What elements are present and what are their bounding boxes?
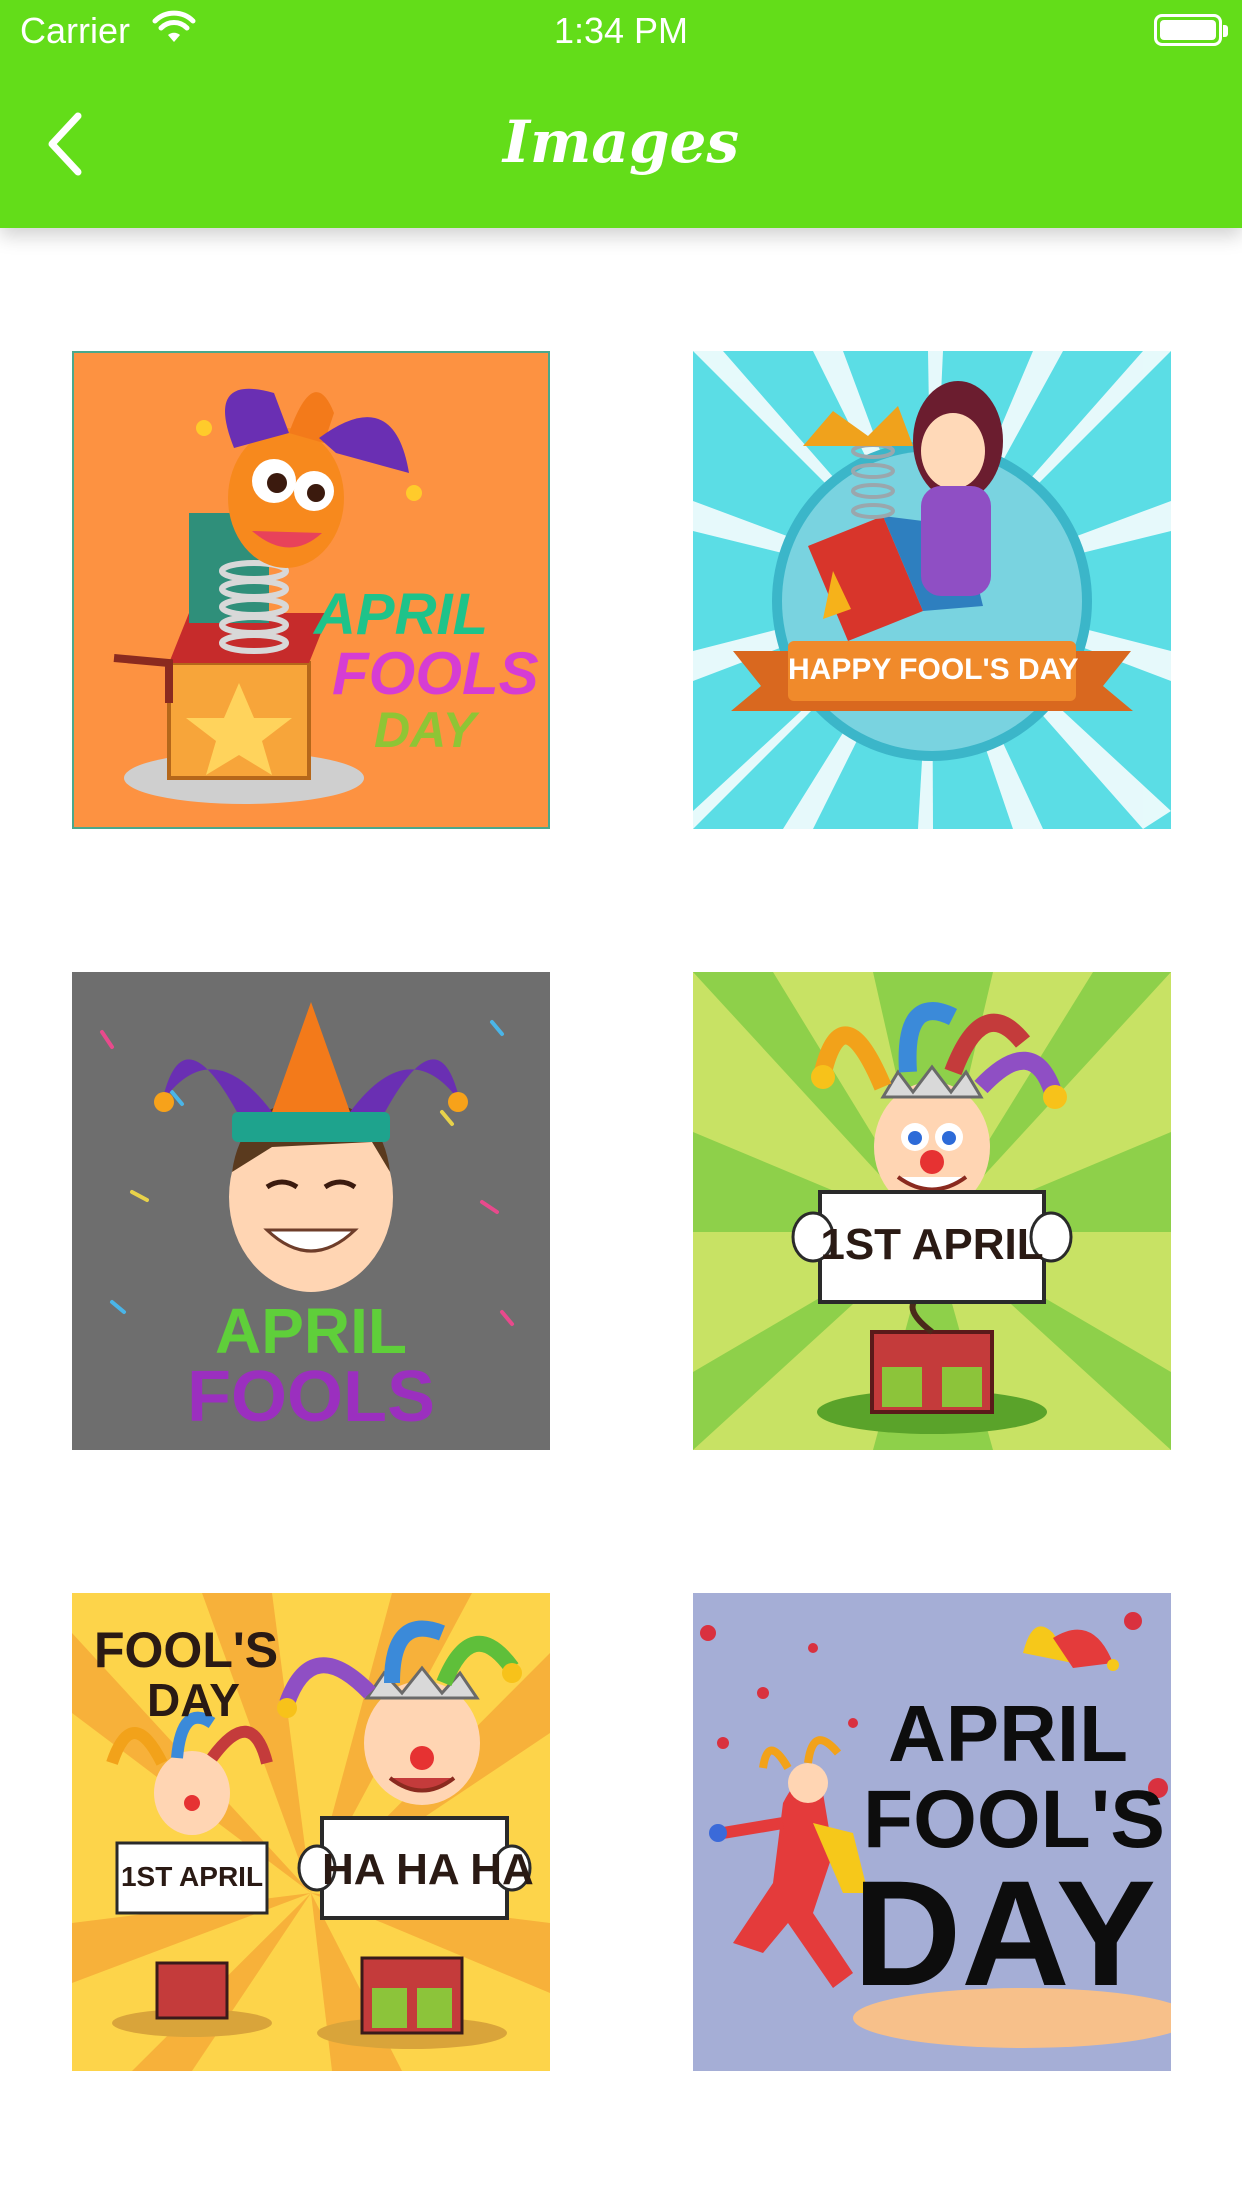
gallery-image-6[interactable]: APRIL FOOL'S DAY [693, 1593, 1171, 2071]
caption-line-1: FOOL'S [94, 1622, 279, 1678]
gallery-image-1[interactable]: APRIL FOOLS DAY [72, 351, 550, 829]
caption-line-3: DAY [374, 702, 476, 758]
caption-line-1: APRIL [314, 582, 488, 647]
clock: 1:34 PM [553, 10, 689, 51]
caption-line-2: DAY [147, 1674, 240, 1726]
gallery-image-5[interactable]: FOOL'S DAY 1ST APRIL HA HA HA [72, 1593, 550, 2071]
caption-line-2: FOOLS [332, 640, 539, 707]
gallery-image-4[interactable]: 1ST APRIL [693, 972, 1171, 1450]
caption-line-3: 1ST APRIL [120, 1861, 264, 1892]
battery-icon [1154, 14, 1228, 46]
status-bar: Carrier 1:34 PM [0, 0, 1242, 62]
gallery-image-2[interactable]: HAPPY FOOL'S DAY [693, 351, 1171, 829]
caption-line-1: APRIL [888, 1689, 1128, 1778]
caption-line-2: FOOLS [187, 1357, 435, 1437]
caption-line-1: 1ST APRIL [820, 1220, 1044, 1269]
girl-surprise-box-illustration [693, 351, 1171, 829]
caption-line-1: HAPPY FOOL'S DAY [788, 653, 1079, 686]
caption-line-3: DAY [853, 1849, 1156, 2017]
caption-line-4: HA HA HA [322, 1845, 534, 1894]
gallery-image-3[interactable]: APRIL FOOLS [72, 972, 550, 1450]
navigation-bar: Carrier 1:34 PM Images [0, 0, 1242, 228]
jester-sign-illustration [693, 972, 1171, 1450]
page-title: Images [502, 108, 740, 176]
